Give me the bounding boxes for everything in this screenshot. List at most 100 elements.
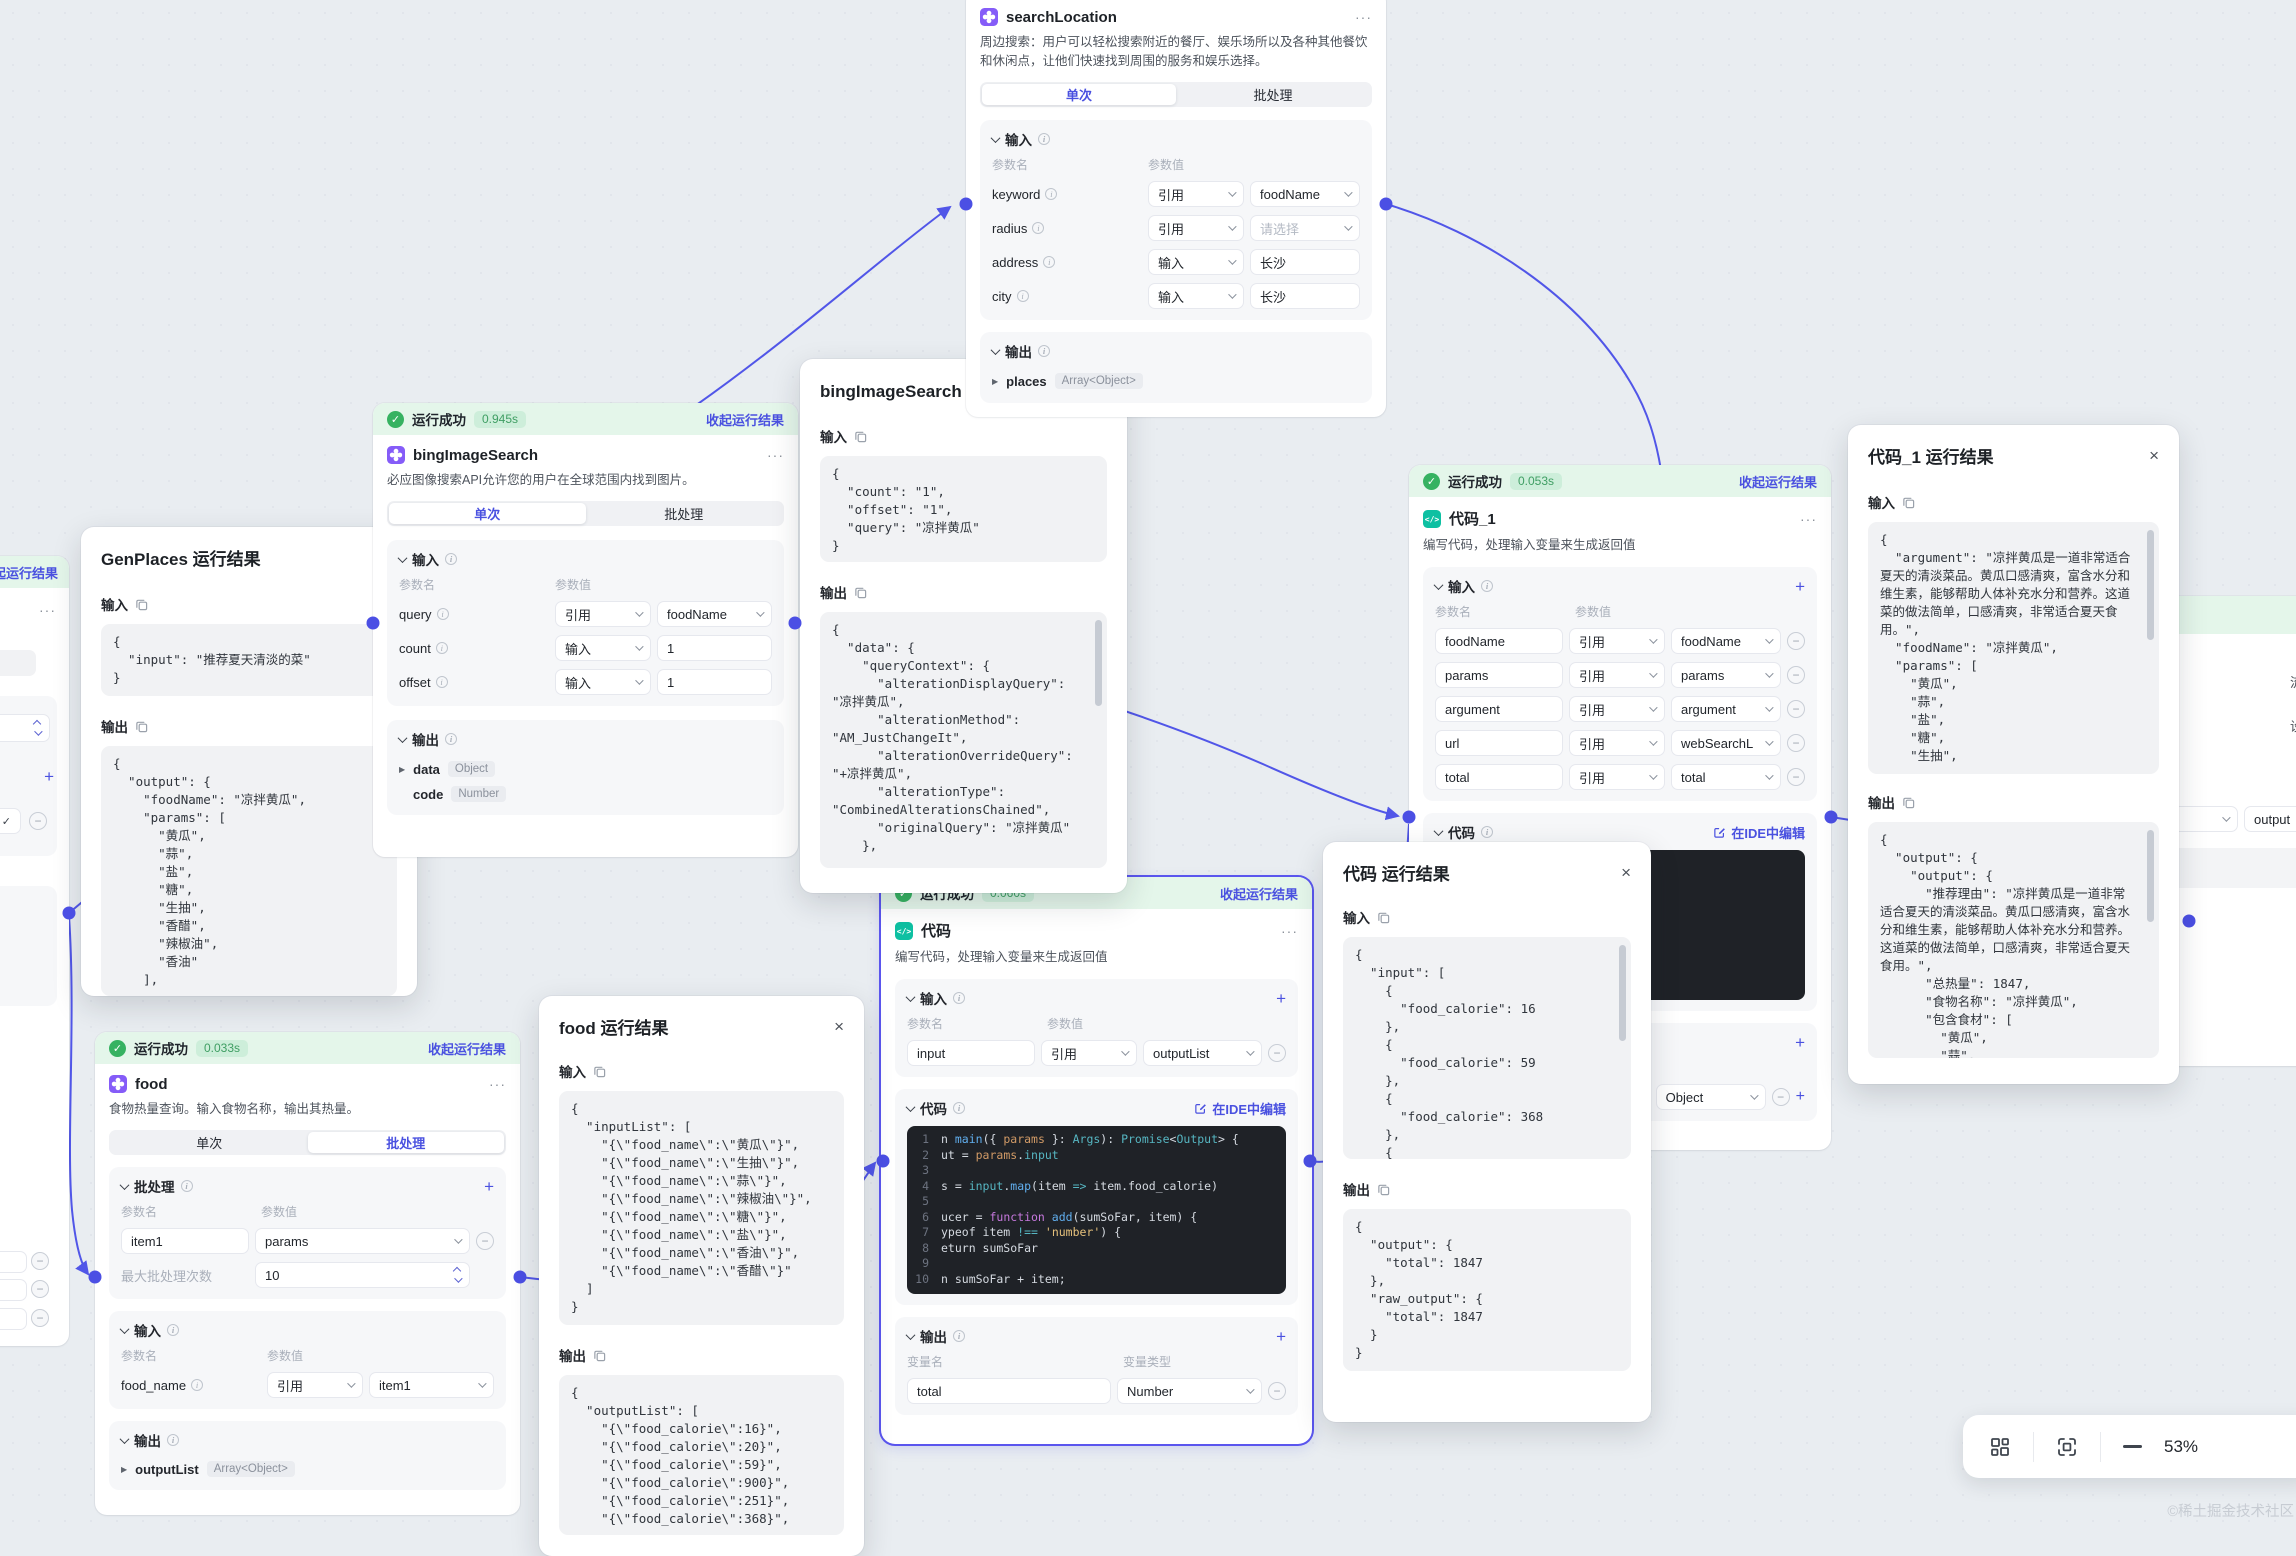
- copy-icon[interactable]: [1377, 911, 1390, 924]
- expand-caret-icon[interactable]: ▶: [121, 1465, 127, 1474]
- copy-icon[interactable]: [135, 598, 148, 611]
- zoom-out-button[interactable]: [2123, 1445, 2142, 1447]
- input-section-label[interactable]: 输入: [412, 549, 439, 569]
- tab-batch[interactable]: 批处理: [1176, 84, 1370, 105]
- copy-icon[interactable]: [593, 1065, 606, 1078]
- batch-section-label[interactable]: 批处理: [134, 1176, 175, 1196]
- close-icon[interactable]: ×: [1621, 864, 1631, 881]
- param-type-select[interactable]: 输入: [555, 669, 651, 695]
- add-param-button[interactable]: +: [1276, 990, 1286, 1007]
- param-value-select[interactable]: item1: [369, 1372, 494, 1398]
- input-section-label[interactable]: 输入: [1005, 129, 1032, 149]
- param-type-select[interactable]: 引用: [1148, 215, 1244, 241]
- param-type-select[interactable]: 引用: [1148, 181, 1244, 207]
- param-name-input[interactable]: total: [1435, 764, 1563, 790]
- param-value-select[interactable]: foodName: [1250, 181, 1360, 207]
- copy-icon[interactable]: [135, 720, 148, 733]
- node-searchlocation[interactable]: searchLocation ··· 周边搜索：用户可以轻松搜索附近的餐厅、娱乐…: [966, 0, 1386, 417]
- layout-grid-icon[interactable]: [1989, 1436, 2011, 1458]
- add-param-button[interactable]: +: [484, 1178, 494, 1195]
- param-type-select[interactable]: 输入: [1148, 283, 1244, 309]
- add-param-button[interactable]: +: [44, 768, 54, 785]
- node-genplaces-partial[interactable]: 收起运行结果 ··· + ✓ − − − −: [0, 556, 69, 1346]
- node-menu-icon[interactable]: ···: [1281, 923, 1298, 939]
- code-section-label[interactable]: 代码: [1448, 822, 1475, 842]
- output-field[interactable]: [0, 1279, 27, 1301]
- remove-param-button[interactable]: −: [1787, 666, 1805, 684]
- remove-output-button[interactable]: −: [1772, 1088, 1790, 1106]
- param-value-select[interactable]: argument: [1671, 696, 1781, 722]
- collapse-results-link[interactable]: 收起运行结果: [428, 1039, 506, 1058]
- remove-param-button[interactable]: −: [1787, 700, 1805, 718]
- input-section-label[interactable]: 输入: [134, 1320, 161, 1340]
- param-name-input[interactable]: params: [1435, 662, 1563, 688]
- max-batch-input[interactable]: 10: [255, 1262, 470, 1288]
- output-section-label[interactable]: 输出: [134, 1430, 161, 1450]
- add-output-button[interactable]: +: [1276, 1328, 1286, 1345]
- collapse-results-link[interactable]: 收起运行结果: [1220, 884, 1298, 903]
- copy-icon[interactable]: [854, 586, 867, 599]
- node-menu-icon[interactable]: ···: [489, 1076, 506, 1092]
- stepper-field[interactable]: [0, 714, 50, 742]
- param-value-select[interactable]: foodName: [1671, 628, 1781, 654]
- tab-batch[interactable]: 批处理: [586, 503, 783, 524]
- zoom-level[interactable]: 53%: [2164, 1437, 2198, 1457]
- remove-output-button[interactable]: −: [1268, 1382, 1286, 1400]
- param-value-select[interactable]: webSearchL: [1671, 730, 1781, 756]
- checked-field[interactable]: ✓: [0, 808, 21, 834]
- add-param-button[interactable]: +: [1795, 578, 1805, 595]
- edit-in-ide-link[interactable]: 在IDE中编辑: [1713, 823, 1805, 842]
- output-field[interactable]: [0, 1251, 27, 1273]
- output-type-select[interactable]: Number: [1117, 1378, 1262, 1404]
- param-value-select[interactable]: total: [1671, 764, 1781, 790]
- param-name-input[interactable]: item1: [121, 1228, 249, 1254]
- remove-param-button[interactable]: −: [29, 812, 47, 830]
- param-type-select[interactable]: 输入: [555, 635, 651, 661]
- remove-param-button[interactable]: −: [1787, 768, 1805, 786]
- input-section-label[interactable]: 输入: [920, 988, 947, 1008]
- param-type-select[interactable]: 引用: [267, 1372, 363, 1398]
- tab-single[interactable]: 单次: [111, 1132, 308, 1153]
- remove-output-button[interactable]: −: [31, 1309, 49, 1327]
- add-child-button[interactable]: +: [1796, 1088, 1805, 1106]
- param-name-input[interactable]: foodName: [1435, 628, 1563, 654]
- remove-param-button[interactable]: −: [476, 1232, 494, 1250]
- copy-icon[interactable]: [1902, 796, 1915, 809]
- expand-caret-icon[interactable]: ▶: [992, 377, 998, 386]
- param-value-input[interactable]: 长沙: [1250, 283, 1360, 309]
- scrollbar-thumb[interactable]: [2147, 530, 2154, 640]
- param-type-select[interactable]: 引用: [1569, 662, 1665, 688]
- param-type-select[interactable]: 引用: [1569, 764, 1665, 790]
- output-name-input[interactable]: total: [907, 1378, 1111, 1404]
- copy-icon[interactable]: [1377, 1183, 1390, 1196]
- node-menu-icon[interactable]: ···: [767, 447, 784, 463]
- param-name-input[interactable]: argument: [1435, 696, 1563, 722]
- output-field[interactable]: [0, 1308, 27, 1330]
- output-type-select[interactable]: Object: [1656, 1084, 1766, 1110]
- param-type-select[interactable]: 引用: [1569, 696, 1665, 722]
- param-type-select[interactable]: 输入: [1148, 249, 1244, 275]
- param-value-select[interactable]: params: [255, 1228, 470, 1254]
- param-value-select[interactable]: params: [1671, 662, 1781, 688]
- scrollbar-thumb[interactable]: [2147, 830, 2154, 922]
- param-name-input[interactable]: input: [907, 1040, 1035, 1066]
- node-bingimagesearch[interactable]: ✓ 运行成功 0.945s 收起运行结果 bingImageSearch ···…: [373, 403, 798, 857]
- expand-caret-icon[interactable]: ▶: [399, 765, 405, 774]
- remove-param-button[interactable]: −: [1268, 1044, 1286, 1062]
- output-name-field[interactable]: output: [2244, 806, 2296, 832]
- copy-icon[interactable]: [593, 1349, 606, 1362]
- tab-single[interactable]: 单次: [982, 84, 1176, 105]
- param-name-input[interactable]: url: [1435, 730, 1563, 756]
- param-type-select[interactable]: 引用: [555, 601, 651, 627]
- param-field[interactable]: [0, 650, 36, 676]
- add-output-button[interactable]: +: [1795, 1034, 1805, 1051]
- remove-param-button[interactable]: −: [1787, 632, 1805, 650]
- param-value-select[interactable]: 请选择: [1250, 215, 1360, 241]
- node-menu-icon[interactable]: ···: [39, 602, 56, 618]
- stepper-arrows[interactable]: [454, 1268, 460, 1283]
- close-icon[interactable]: ×: [2149, 447, 2159, 464]
- collapse-results-link[interactable]: 收起运行结果: [706, 410, 784, 429]
- code-section-label[interactable]: 代码: [920, 1098, 947, 1118]
- stepper-arrows[interactable]: [34, 721, 40, 736]
- param-value-select[interactable]: foodName: [657, 601, 772, 627]
